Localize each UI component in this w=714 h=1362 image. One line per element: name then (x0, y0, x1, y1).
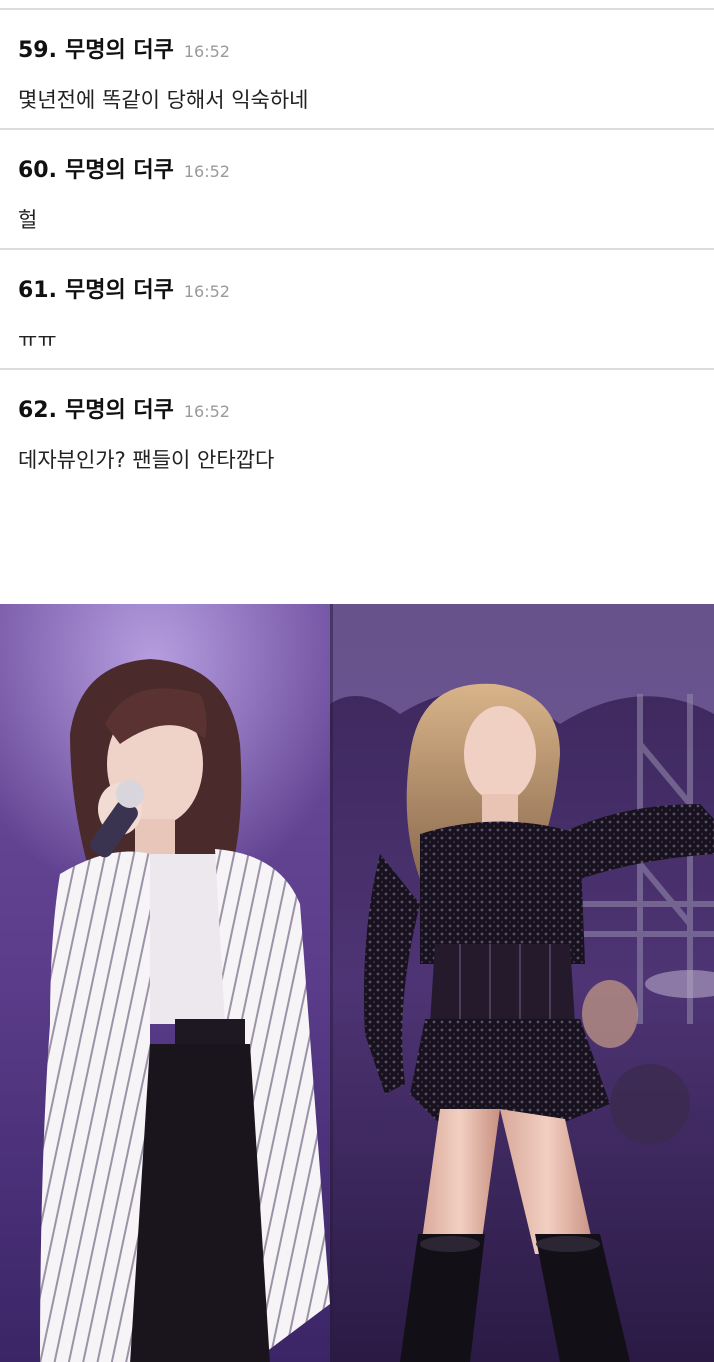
comment-author[interactable]: 무명의 더쿠 (65, 272, 174, 304)
comment-text: 헐 (18, 208, 38, 232)
comment-time: 16:52 (183, 282, 230, 301)
comment-time: 16:52 (183, 162, 230, 181)
comment-number: 60. (18, 158, 57, 183)
comment-text: ㅠㅠ (18, 328, 57, 352)
comment-60: 60. 무명의 더쿠 16:52 헐 (0, 130, 714, 250)
comment-author[interactable]: 무명의 더쿠 (65, 392, 174, 424)
comment-61: 61. 무명의 더쿠 16:52 ㅠㅠ (0, 250, 714, 370)
comment-thread-page: 59. 무명의 더쿠 16:52 몇년전에 똑같이 당해서 익숙하네 60. 무… (0, 0, 714, 1362)
comment-59: 59. 무명의 더쿠 16:52 몇년전에 똑같이 당해서 익숙하네 (0, 10, 714, 130)
comment-62: 62. 무명의 더쿠 16:52 데자뷰인가? 팬들이 안타깝다 (0, 370, 714, 490)
comment-header: 62. 무명의 더쿠 16:52 (18, 392, 230, 424)
comment-author[interactable]: 무명의 더쿠 (65, 152, 174, 184)
comment-number: 62. (18, 398, 57, 423)
comment-number: 61. (18, 278, 57, 303)
comment-text: 데자뷰인가? 팬들이 안타깝다 (18, 448, 275, 472)
comment-time: 16:52 (183, 42, 230, 61)
concert-photo[interactable] (0, 604, 714, 1362)
comment-author[interactable]: 무명의 더쿠 (65, 32, 174, 64)
comment-header: 60. 무명의 더쿠 16:52 (18, 152, 230, 184)
comment-time: 16:52 (183, 402, 230, 421)
comment-number: 59. (18, 38, 57, 63)
comment-header: 59. 무명의 더쿠 16:52 (18, 32, 230, 64)
comment-header: 61. 무명의 더쿠 16:52 (18, 272, 230, 304)
comment-text: 몇년전에 똑같이 당해서 익숙하네 (18, 88, 309, 112)
